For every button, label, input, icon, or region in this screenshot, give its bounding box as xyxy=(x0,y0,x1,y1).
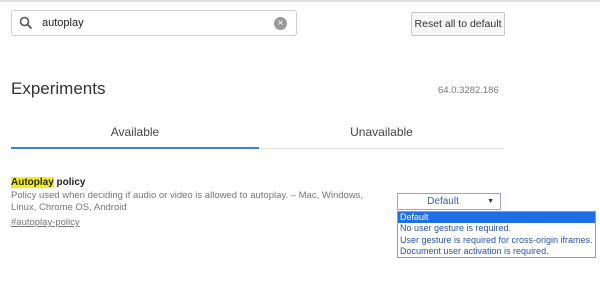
dropdown-arrow-icon: ▼ xyxy=(487,198,494,205)
policy-select-value: Default xyxy=(427,196,459,207)
reset-all-button[interactable]: Reset all to default xyxy=(411,12,505,36)
tab-divider xyxy=(259,148,504,149)
policy-select[interactable]: Default ▼ xyxy=(397,193,501,210)
version-label: 64.0.3282.186 xyxy=(438,85,499,96)
active-tab-indicator xyxy=(11,147,259,149)
option-no-gesture[interactable]: No user gesture is required. xyxy=(398,223,595,234)
experiment-link[interactable]: #autoplay-policy xyxy=(11,217,80,228)
search-box[interactable]: autoplay × xyxy=(11,10,297,36)
tab-available[interactable]: Available xyxy=(11,125,259,139)
tab-unavailable[interactable]: Unavailable xyxy=(259,125,504,139)
search-input[interactable]: autoplay xyxy=(42,17,84,29)
policy-dropdown-list: Default No user gesture is required. Use… xyxy=(397,211,596,258)
top-border xyxy=(0,0,600,2)
option-default[interactable]: Default xyxy=(398,212,595,224)
search-icon xyxy=(19,16,33,30)
experiment-title-match: Autoplay xyxy=(11,177,54,188)
experiment-title: Autoplay policy xyxy=(11,177,85,188)
page-title: Experiments xyxy=(11,79,106,98)
clear-icon[interactable]: × xyxy=(274,17,287,30)
experiment-description: Policy used when deciding if audio or vi… xyxy=(11,190,364,213)
option-cross-origin-iframes[interactable]: User gesture is required for cross-origi… xyxy=(398,235,595,246)
option-document-activation[interactable]: Document user activation is required. xyxy=(398,246,595,257)
experiment-title-rest: policy xyxy=(53,177,86,188)
